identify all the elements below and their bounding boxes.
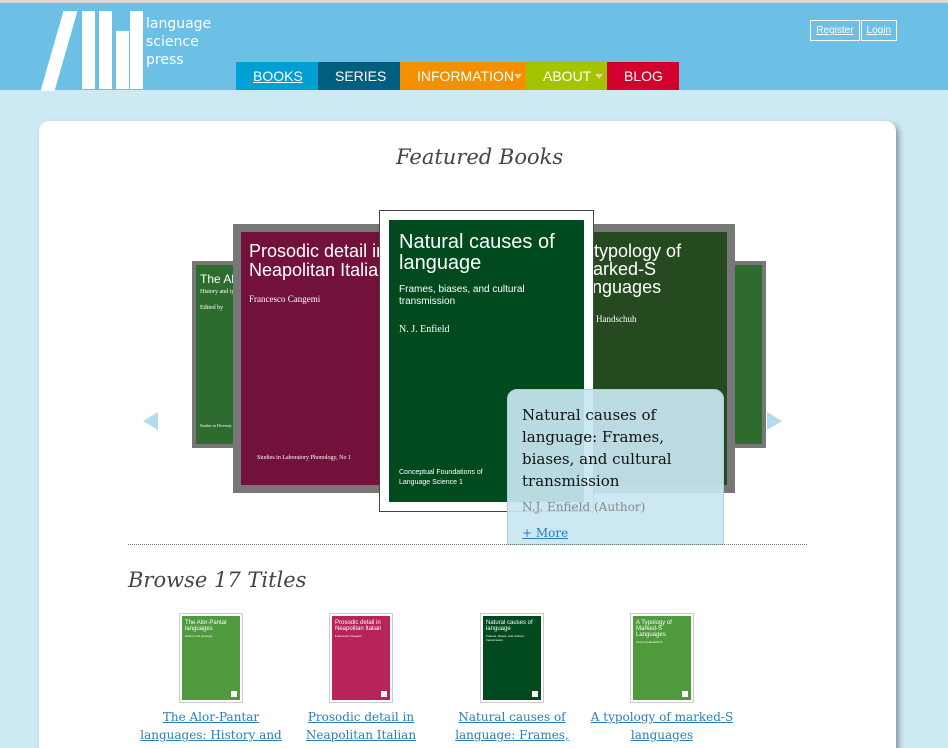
book-title: Prosodic detail in Neapolitan Italian xyxy=(249,241,388,280)
book-title-link[interactable]: The Alor-Pantar languages: History and xyxy=(136,708,286,744)
main-nav: BOOKS SERIES INFORMATION ABOUT BLOG xyxy=(236,62,679,90)
carousel-book[interactable]: Prosodic detail in Neapolitan Italian Fr… xyxy=(233,224,388,493)
logo-bar xyxy=(99,11,112,89)
carousel-next-icon[interactable] xyxy=(767,412,782,430)
thumb-title: Natural causes of language xyxy=(486,620,533,632)
book-title-link[interactable]: Natural causes of language: Frames, xyxy=(437,708,587,744)
book-title: Natural causes of language xyxy=(399,231,555,274)
book-thumbnail[interactable]: The Alor-Pantar languages History and ty… xyxy=(179,613,243,703)
logo-bar xyxy=(82,11,95,89)
thumb-title: Prosodic detail in Neapolitan Italian xyxy=(335,620,382,632)
section-divider xyxy=(128,544,807,545)
book-author: Francesco Cangemi xyxy=(249,294,321,304)
thumb-subtitle: Francesco Cangemi xyxy=(335,634,362,638)
carousel-book[interactable] xyxy=(730,261,766,448)
account-links: Register Login xyxy=(809,20,897,41)
lsp-logo-icon xyxy=(381,691,387,697)
logo-slash-bar xyxy=(40,11,78,91)
book-title-link[interactable]: Prosodic detail in Neapolitan Italian xyxy=(286,708,436,744)
book-tooltip: Natural causes of language: Frames, bias… xyxy=(507,389,724,545)
tooltip-title: Natural causes of language: Frames, bias… xyxy=(522,406,672,490)
thumb-title: A Typology of Marked-S Languages xyxy=(636,620,672,638)
book-author: Handschuh xyxy=(596,314,637,324)
lsp-logo-icon xyxy=(682,691,688,697)
nav-books[interactable]: BOOKS xyxy=(236,62,318,90)
book-series: Conceptual Foundations of Language Scien… xyxy=(399,469,483,486)
book-series: Studies in Diversity xyxy=(200,423,232,428)
tooltip-author: N.J. Enfield (Author) xyxy=(522,500,646,514)
nav-blog[interactable]: BLOG xyxy=(607,62,679,90)
nav-about[interactable]: ABOUT xyxy=(526,62,607,90)
featured-title: Featured Books xyxy=(396,145,564,169)
lsp-logo-icon xyxy=(231,691,237,697)
thumb-subtitle: Frames, biases, and cultural transmissio… xyxy=(486,634,524,642)
login-link[interactable]: Login xyxy=(860,20,897,41)
book-subtitle: Frames, biases, and cultural transmissio… xyxy=(399,284,525,307)
browse-title: Browse 17 Titles xyxy=(128,568,307,592)
thumb-subtitle: Corinna Handschuh xyxy=(636,640,663,644)
register-link[interactable]: Register xyxy=(810,20,860,41)
logo-bar xyxy=(130,11,143,89)
book-thumbnail[interactable]: Natural causes of language Frames, biase… xyxy=(480,613,544,703)
thumb-subtitle: History and typology xyxy=(185,634,213,638)
nav-series[interactable]: SERIES xyxy=(318,62,400,90)
book-title-link[interactable]: A typology of marked-S languages xyxy=(587,708,737,744)
book-title: A typology of Marked-S languages xyxy=(580,241,682,297)
chevron-down-icon xyxy=(514,74,522,79)
logo-bar xyxy=(116,31,129,89)
book-author: N. J. Enfield xyxy=(399,324,450,335)
site-logo[interactable]: language science press xyxy=(40,11,212,91)
lsp-logo-icon xyxy=(532,691,538,697)
book-thumbnail[interactable]: A Typology of Marked-S Languages Corinna… xyxy=(630,613,694,703)
more-link[interactable]: + More xyxy=(522,526,709,540)
logo-wordmark: language science press xyxy=(146,16,212,68)
book-series: Studies in Laboratory Phonology, No 1 xyxy=(257,455,351,461)
carousel-prev-icon[interactable] xyxy=(143,412,158,430)
book-thumbnail[interactable]: Prosodic detail in Neapolitan Italian Fr… xyxy=(329,613,393,703)
thumb-title: The Alor-Pantar languages xyxy=(185,620,228,632)
chevron-down-icon xyxy=(595,74,603,79)
nav-information[interactable]: INFORMATION xyxy=(400,62,526,90)
